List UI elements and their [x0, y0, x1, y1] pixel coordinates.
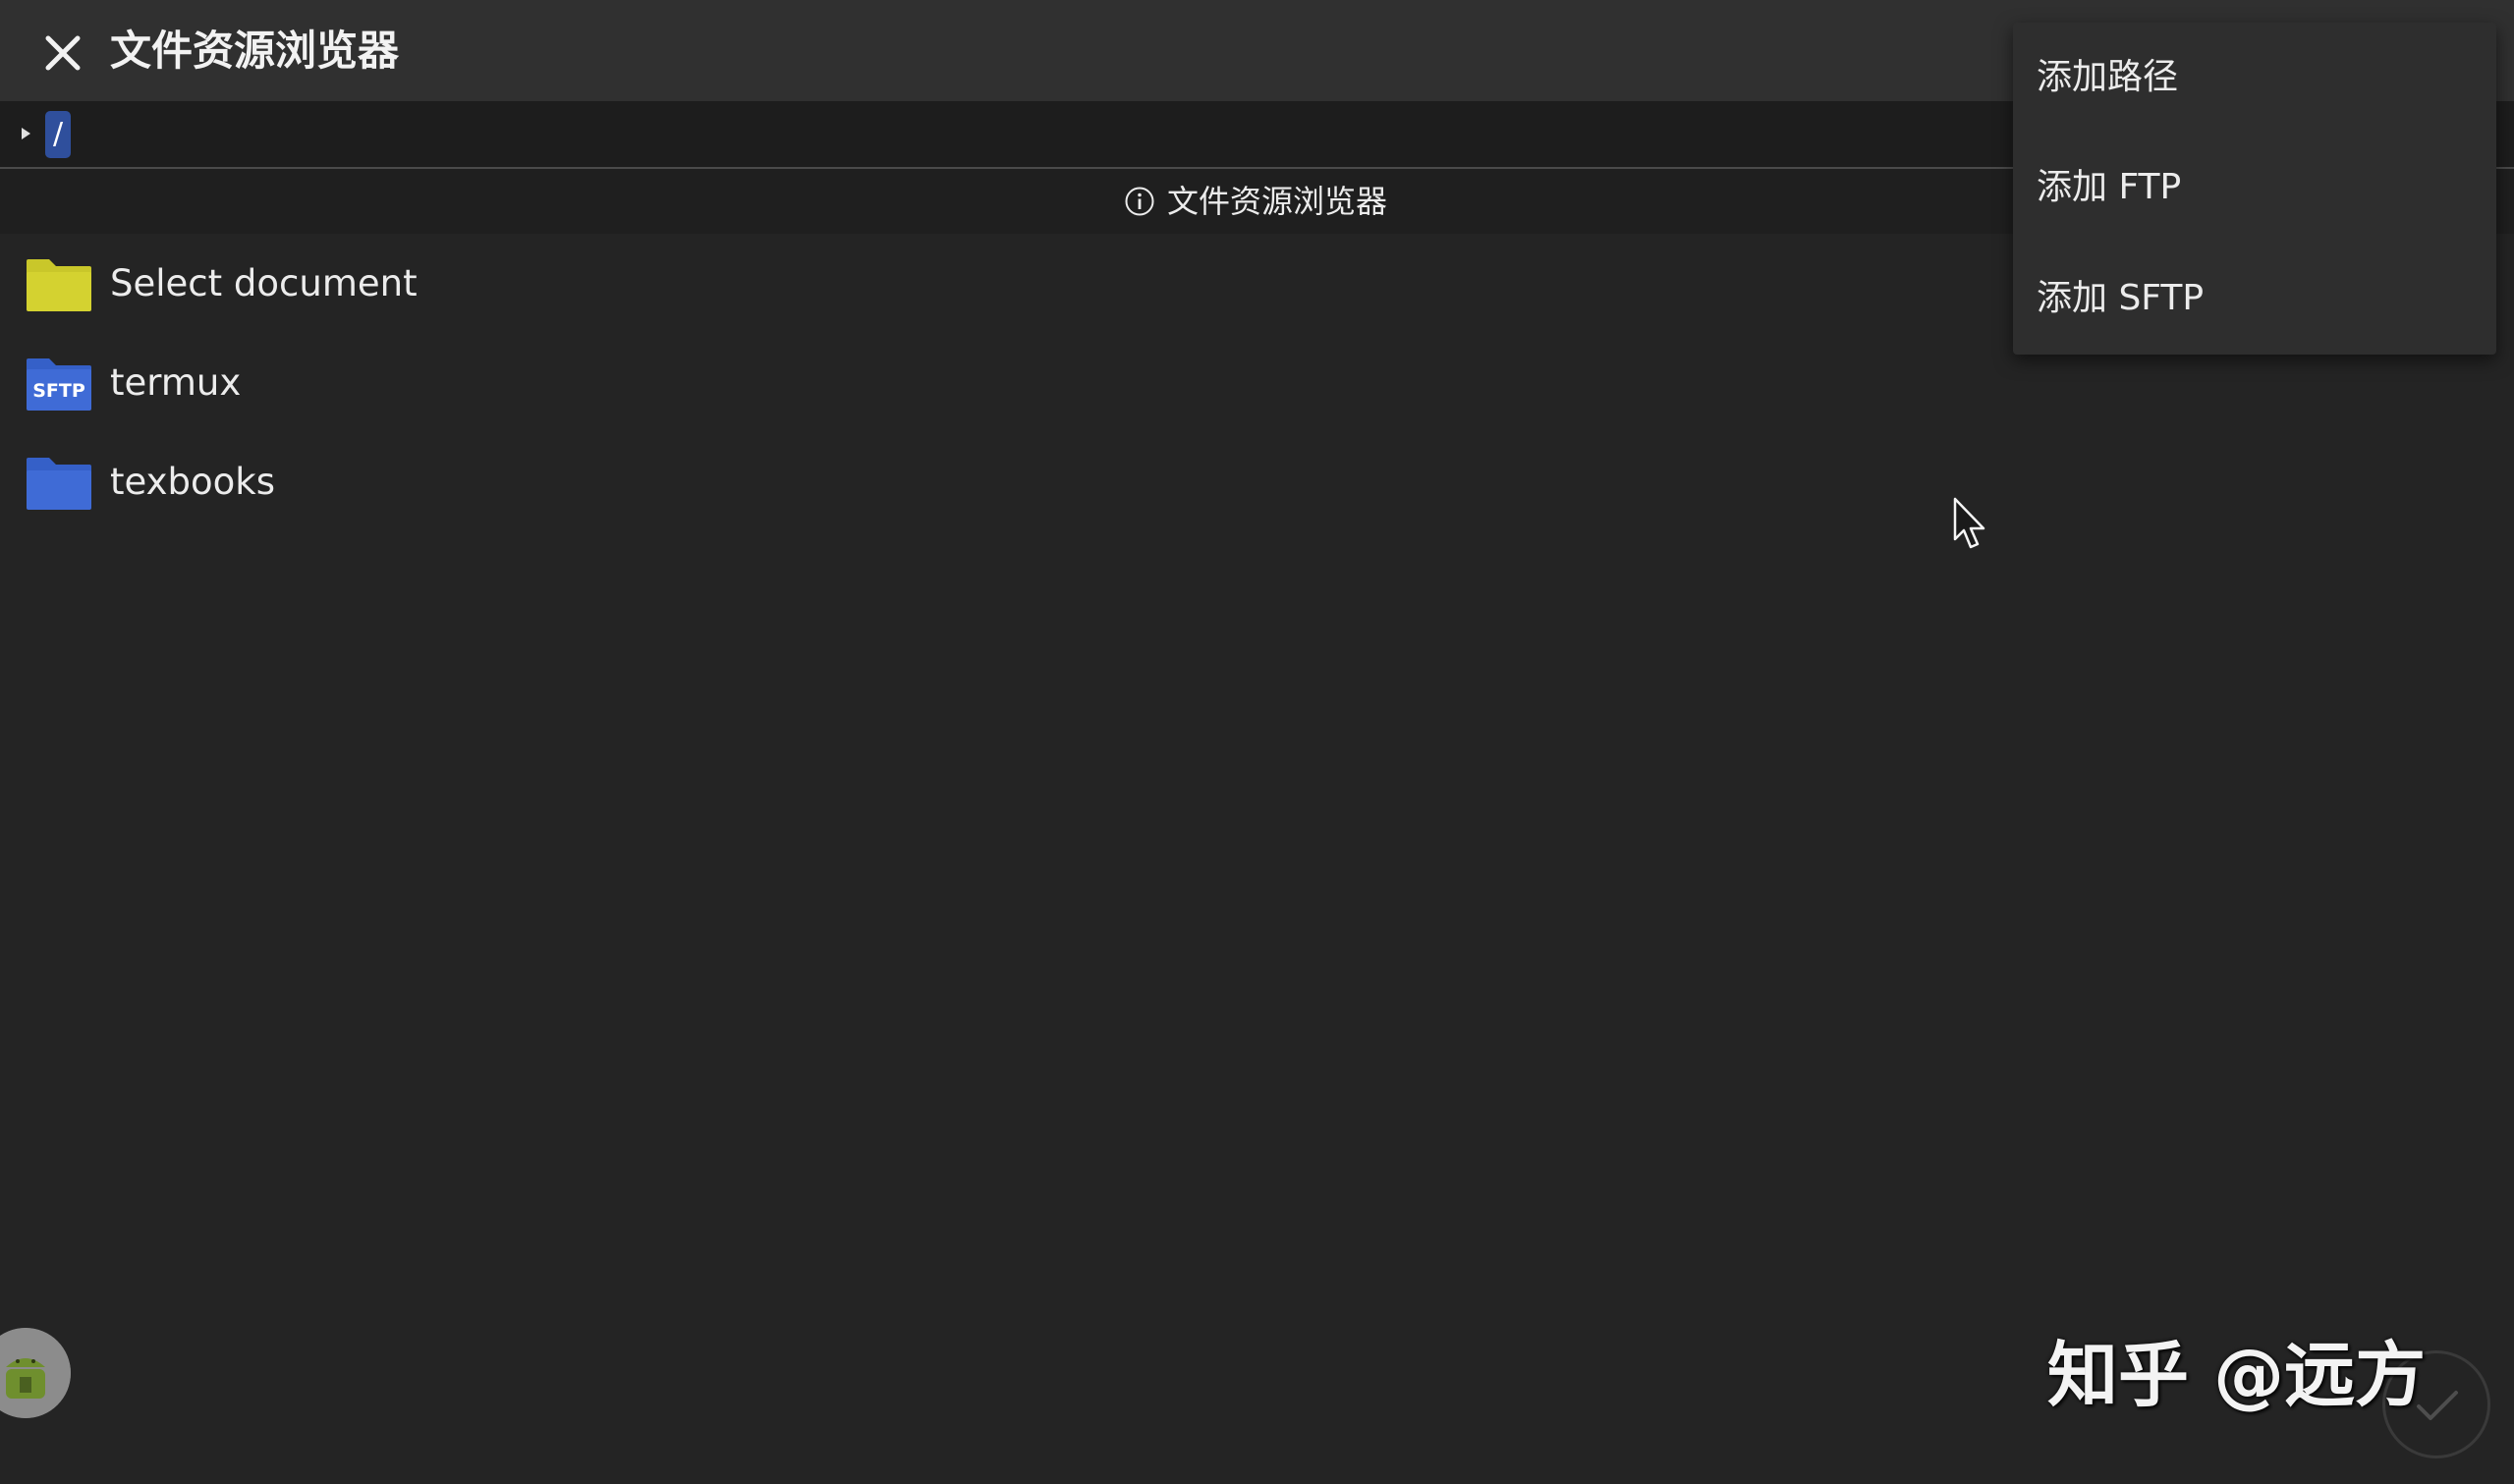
menu-item-label: 添加 FTP — [2037, 167, 2182, 207]
menu-item-label: 添加路径 — [2037, 57, 2179, 97]
path-expand-toggle[interactable] — [16, 121, 37, 146]
page-title: 文件资源浏览器 — [110, 27, 400, 75]
file-row-termux[interactable]: SFTP termux — [0, 333, 2004, 432]
file-label: texbooks — [110, 461, 275, 503]
info-bar-text: 文件资源浏览器 — [1167, 183, 1388, 220]
caret-right-icon — [22, 128, 30, 139]
folder-icon — [26, 258, 92, 312]
file-row-texbooks[interactable]: texbooks — [0, 432, 2004, 531]
folder-icon — [26, 457, 92, 511]
watermark: 知乎 @远方 — [2047, 1334, 2427, 1416]
android-app-icon — [0, 1328, 71, 1418]
add-location-menu: 添加路径 添加 FTP 添加 SFTP — [2013, 23, 2496, 355]
sftp-badge: SFTP — [32, 380, 85, 402]
sftp-folder-icon: SFTP — [26, 357, 92, 412]
info-icon — [1125, 187, 1154, 216]
close-button[interactable] — [33, 27, 88, 77]
file-list: Select document SFTP termux texbooks — [0, 234, 2004, 531]
menu-item-add-ftp[interactable]: 添加 FTP — [2013, 133, 2496, 244]
path-segment-root[interactable]: / — [45, 111, 71, 158]
file-label: termux — [110, 361, 242, 404]
menu-item-add-path[interactable]: 添加路径 — [2013, 23, 2496, 133]
file-row-select-document[interactable]: Select document — [0, 234, 2004, 333]
info-bar-content: 文件资源浏览器 — [1124, 181, 1387, 222]
floating-app-button[interactable] — [0, 1328, 71, 1418]
close-icon — [45, 35, 81, 71]
file-label: Select document — [110, 262, 418, 304]
menu-item-add-sftp[interactable]: 添加 SFTP — [2013, 244, 2496, 355]
menu-item-label: 添加 SFTP — [2037, 278, 2205, 318]
